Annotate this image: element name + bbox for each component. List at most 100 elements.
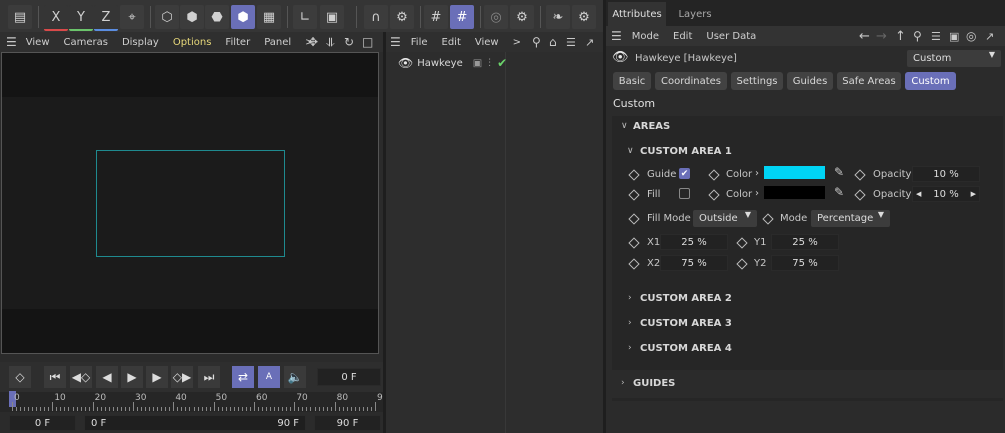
hamburger-icon[interactable]: ☰	[390, 35, 401, 49]
y-axis-toggle[interactable]: Y	[69, 5, 93, 31]
y2-field[interactable]: 75 %	[771, 255, 839, 271]
home-icon[interactable]: ⌂	[549, 35, 557, 49]
chevron-down-icon[interactable]: ∨	[621, 121, 628, 131]
attr-menu-user-data[interactable]: User Data	[706, 31, 756, 42]
grid-snap-icon[interactable]: #	[450, 5, 474, 29]
objects-menu-view[interactable]: View	[475, 37, 499, 48]
search-icon[interactable]: ⚲	[913, 29, 922, 43]
coordinate-system-button[interactable]: ⌖	[120, 5, 144, 29]
autokey-button[interactable]: A	[258, 366, 280, 388]
snap-settings-icon[interactable]: ⚙	[390, 5, 414, 29]
tab-settings[interactable]: Settings	[731, 72, 783, 90]
current-frame-field[interactable]: 0 F	[317, 368, 381, 386]
object-row-hawkeye[interactable]: 👁 Hawkeye ▣ ⋮ ✔	[392, 54, 507, 72]
sound-icon[interactable]: 🔈	[284, 366, 306, 388]
x2-field[interactable]: 75 %	[660, 255, 728, 271]
custom-area-1-label[interactable]: CUSTOM AREA 1	[640, 146, 732, 157]
chevron-down-icon[interactable]: ∨	[627, 146, 634, 156]
symmetry-icon[interactable]: ❧	[546, 5, 570, 29]
render-settings-icon[interactable]: ⚙	[510, 5, 534, 29]
preset-dropdown[interactable]: Custom ▼	[907, 50, 1001, 67]
tab-guides[interactable]: Guides	[787, 72, 833, 90]
points-mode-icon[interactable]: ⬡	[155, 5, 179, 29]
fill-color-swatch[interactable]	[764, 186, 825, 199]
polygons-mode-icon[interactable]: ⬣	[205, 5, 229, 29]
objects-menu-file[interactable]: File	[411, 37, 428, 48]
back-arrow-icon[interactable]: ←	[859, 29, 870, 44]
layer-tag-icon[interactable]: ▣	[473, 58, 482, 69]
enabled-check-icon[interactable]: ✔	[497, 56, 507, 70]
filter-icon[interactable]: ☰	[566, 36, 576, 49]
custom-area-4-label[interactable]: CUSTOM AREA 4	[640, 343, 732, 354]
go-to-start-icon[interactable]: ⏮	[44, 366, 66, 388]
rotate-view-icon[interactable]: ↻	[344, 35, 354, 49]
tab-safe-areas[interactable]: Safe Areas	[837, 72, 901, 90]
viewport-menu-panel[interactable]: Panel	[264, 37, 291, 48]
tab-attributes[interactable]: Attributes	[608, 2, 666, 26]
guides-group-label[interactable]: GUIDES	[633, 378, 675, 389]
play-icon[interactable]: ▶	[121, 366, 143, 388]
custom-area-3-label[interactable]: CUSTOM AREA 3	[640, 318, 732, 329]
x1-field[interactable]: 25 %	[660, 234, 728, 250]
maximize-view-icon[interactable]: □	[362, 35, 373, 49]
fill-opacity-stepper[interactable]: ◀ 10 % ▶	[912, 186, 980, 202]
decrement-arrow-icon[interactable]: ◀	[916, 190, 921, 198]
chevron-right-icon[interactable]: ›	[755, 188, 759, 199]
next-key-icon[interactable]: ◇▶	[171, 366, 193, 388]
viewport-menu-filter[interactable]: Filter	[225, 37, 250, 48]
pan-icon[interactable]: ✥	[308, 35, 318, 49]
viewport[interactable]	[1, 52, 379, 354]
workplane-grid-icon[interactable]: #	[424, 5, 448, 29]
new-window-icon[interactable]: ↗	[985, 30, 994, 43]
attr-menu-mode[interactable]: Mode	[632, 31, 659, 42]
eyedropper-icon[interactable]: ✎	[834, 185, 844, 199]
target-icon[interactable]: ◎	[966, 29, 976, 43]
chevron-right-icon[interactable]: ›	[621, 378, 625, 388]
guide-opacity-field[interactable]: 10 %	[912, 166, 980, 182]
move-view-icon[interactable]: ⥥	[326, 35, 335, 50]
visibility-dots-icon[interactable]: ⋮	[485, 58, 494, 68]
lock-icon[interactable]: ▣	[949, 30, 959, 43]
fill-mode-dropdown[interactable]: Outside ▼	[693, 210, 757, 227]
hamburger-icon[interactable]: ☰	[611, 29, 622, 43]
guide-checkbox[interactable]: ✔	[679, 168, 690, 179]
solo-mode-icon[interactable]: ▣	[320, 5, 344, 29]
end-frame-field[interactable]: 90 F	[314, 415, 381, 431]
render-view-icon[interactable]: ◎	[484, 5, 508, 29]
keyframe-icon[interactable]: ◇	[9, 366, 31, 388]
chevron-right-icon[interactable]: ›	[628, 318, 632, 328]
viewport-menu-options[interactable]: Options	[173, 37, 212, 48]
symmetry-settings-icon[interactable]: ⚙	[572, 5, 596, 29]
next-frame-icon[interactable]: ▶	[146, 366, 168, 388]
attr-menu-edit[interactable]: Edit	[673, 31, 692, 42]
objects-list[interactable]	[386, 52, 603, 433]
custom-area-2-label[interactable]: CUSTOM AREA 2	[640, 293, 732, 304]
tab-custom[interactable]: Custom	[905, 72, 956, 90]
x-axis-toggle[interactable]: X	[44, 5, 68, 31]
new-window-icon[interactable]: ↗	[585, 36, 594, 49]
increment-arrow-icon[interactable]: ▶	[971, 190, 976, 198]
guide-color-swatch[interactable]	[764, 166, 825, 179]
forward-arrow-icon[interactable]: →	[876, 29, 887, 44]
viewport-menu-view[interactable]: View	[26, 37, 50, 48]
start-frame-field[interactable]: 0 F	[9, 415, 76, 431]
edges-mode-icon[interactable]: ⬢	[180, 5, 204, 29]
chevron-right-icon[interactable]: ›	[628, 343, 632, 353]
z-axis-toggle[interactable]: Z	[94, 5, 118, 31]
chevron-right-icon[interactable]: ›	[628, 293, 632, 303]
areas-group-label[interactable]: AREAS	[633, 121, 670, 132]
go-to-end-icon[interactable]: ⏭	[198, 366, 220, 388]
fill-checkbox[interactable]	[679, 188, 690, 199]
y1-field[interactable]: 25 %	[771, 234, 839, 250]
objects-menu-more[interactable]: >	[513, 37, 521, 48]
axis-mode-icon[interactable]: ∟	[293, 5, 317, 29]
viewport-menu-cameras[interactable]: Cameras	[64, 37, 108, 48]
prev-key-icon[interactable]: ◀◇	[70, 366, 92, 388]
tab-basic[interactable]: Basic	[613, 72, 651, 90]
objects-menu-edit[interactable]: Edit	[442, 37, 461, 48]
up-arrow-icon[interactable]: ↑	[895, 29, 906, 44]
tab-coordinates[interactable]: Coordinates	[655, 72, 727, 90]
prev-frame-icon[interactable]: ◀	[96, 366, 118, 388]
model-mode-icon[interactable]: ⬢	[231, 5, 255, 29]
chevron-right-icon[interactable]: ›	[755, 168, 759, 179]
